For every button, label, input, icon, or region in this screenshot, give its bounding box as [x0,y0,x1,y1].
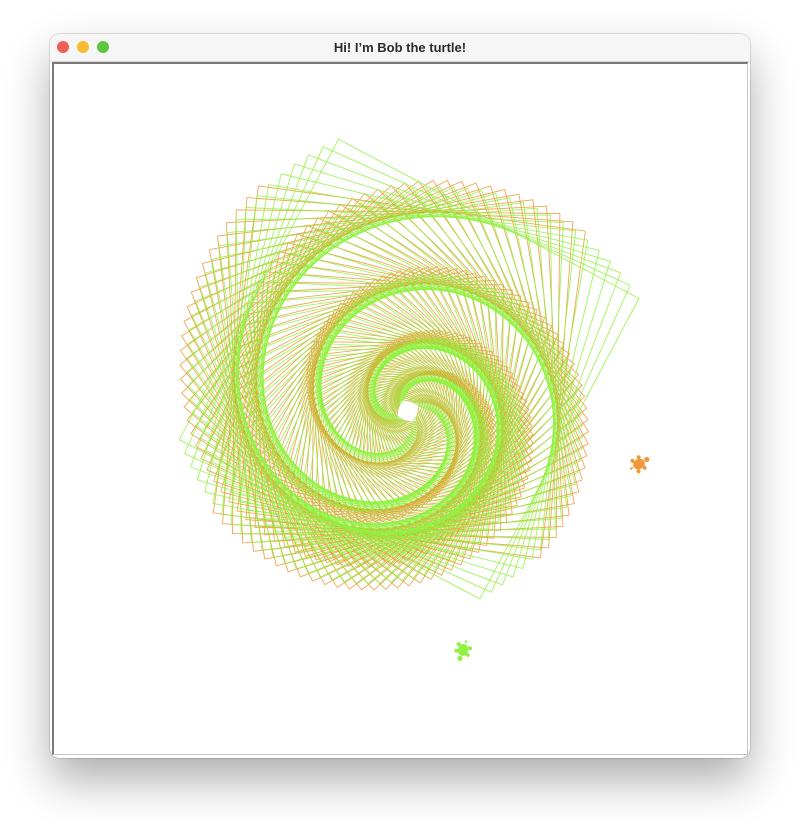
turtle-shape-part [636,469,641,474]
turtle-shape-part [465,640,468,645]
turtle-window: Hi! I’m Bob the turtle! [50,34,750,758]
turtle-canvas[interactable] [52,62,748,755]
turtle-shape-part [467,646,473,651]
window-title: Hi! I’m Bob the turtle! [333,40,467,55]
turtle-shape-part [457,655,463,662]
green-turtle-icon [454,640,473,662]
orange-turtle-icon [629,455,650,474]
title-bar[interactable]: Hi! I’m Bob the turtle! [50,34,750,62]
green-pen-lines [178,138,640,600]
turtle-drawing [178,138,650,662]
